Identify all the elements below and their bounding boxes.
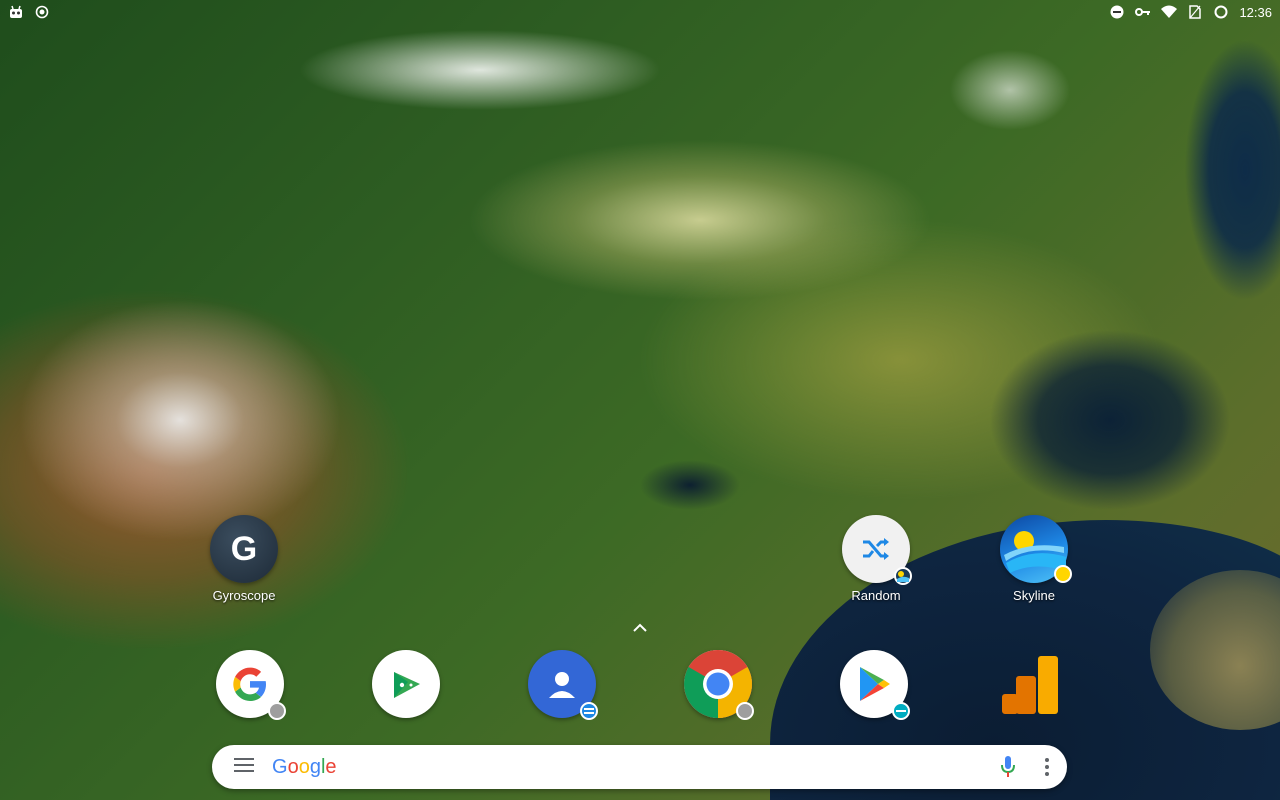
logo-letter: g <box>309 755 321 778</box>
app-label-skyline: Skyline <box>1013 588 1055 603</box>
google-logo: Google <box>272 756 1001 779</box>
no-sim-icon <box>1187 4 1203 20</box>
clock: 12:36 <box>1239 4 1272 20</box>
dock-play-store[interactable] <box>819 650 929 720</box>
dock-contacts[interactable] <box>507 650 617 720</box>
play-store-icon <box>840 650 910 720</box>
dock-google[interactable] <box>195 650 305 720</box>
app-skyline[interactable]: Skyline <box>979 515 1089 603</box>
logo-letter: e <box>325 755 337 778</box>
google-analytics-icon <box>996 650 1064 718</box>
logo-letter: o <box>298 755 310 778</box>
status-left <box>8 4 50 20</box>
vpn-key-icon <box>1135 4 1151 20</box>
chrome-work-badge-icon <box>736 702 754 720</box>
work-badge-icon <box>268 702 286 720</box>
google-play-games-icon <box>372 650 440 718</box>
app-label-gyroscope: Gyroscope <box>212 588 276 603</box>
skyline-sun-badge-icon <box>1054 565 1072 583</box>
wifi-icon <box>1161 4 1178 20</box>
contacts-badge-icon <box>580 702 598 720</box>
status-bar: 12:36 <box>0 0 1280 24</box>
microphone-icon[interactable] <box>1001 756 1015 778</box>
dock-analytics[interactable] <box>975 650 1085 718</box>
gyroscope-glyph: G <box>230 529 258 568</box>
google-app-icon <box>216 650 286 720</box>
gyroscope-icon: G <box>210 515 278 583</box>
logo-letter: o <box>287 755 299 778</box>
logo-letter: G <box>272 755 288 778</box>
menu-icon[interactable] <box>234 757 254 777</box>
app-gyroscope[interactable]: G Gyroscope <box>189 515 299 603</box>
contacts-icon <box>528 650 598 720</box>
more-options-icon[interactable] <box>1045 758 1049 776</box>
skyline-icon <box>1000 515 1072 583</box>
app-label-random: Random <box>851 588 901 603</box>
google-search-bar[interactable]: Google <box>212 745 1067 789</box>
do-not-disturb-icon <box>1109 4 1125 20</box>
app-drawer-arrow-icon[interactable] <box>628 618 652 636</box>
battery-circle-icon <box>1213 4 1229 20</box>
dock-play-games[interactable] <box>351 650 461 718</box>
shuffle-icon <box>842 515 912 585</box>
app-random[interactable]: Random <box>821 515 931 603</box>
status-right: 12:36 <box>1109 4 1272 20</box>
chrome-icon <box>684 650 754 720</box>
play-store-badge-icon <box>892 702 910 720</box>
record-icon <box>34 4 50 20</box>
skyline-badge-icon <box>894 567 912 585</box>
robot-notification-icon <box>8 4 24 20</box>
dock-chrome[interactable] <box>663 650 773 720</box>
